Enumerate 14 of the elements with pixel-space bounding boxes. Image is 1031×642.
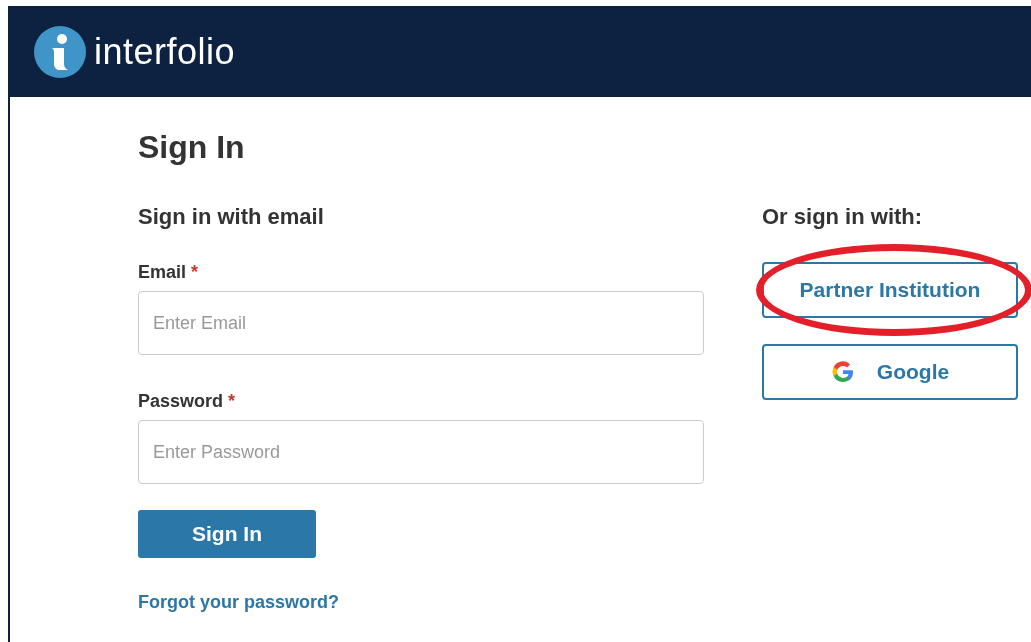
- field-label: Password *: [138, 391, 237, 412]
- field-label: Email *: [138, 262, 200, 283]
- google-logo-icon: [830, 360, 855, 384]
- brand-name: interfolio: [94, 30, 236, 73]
- forgot-password-link[interactable]: Forgot your password?: [138, 592, 339, 612]
- input-field[interactable]: Enter Password: [138, 420, 704, 484]
- sign-in-button[interactable]: Sign In: [138, 510, 316, 558]
- section-heading: Or sign in with:: [762, 204, 924, 230]
- partner-sign-in-button[interactable]: Partner Institution: [762, 262, 1018, 318]
- page-title: Sign In: [138, 129, 246, 166]
- input-field[interactable]: Enter Email: [138, 291, 704, 355]
- google-sign-in-button[interactable]: Google: [762, 344, 1018, 400]
- section-heading: Sign in with email: [138, 204, 325, 230]
- logo-icon: [34, 25, 86, 78]
